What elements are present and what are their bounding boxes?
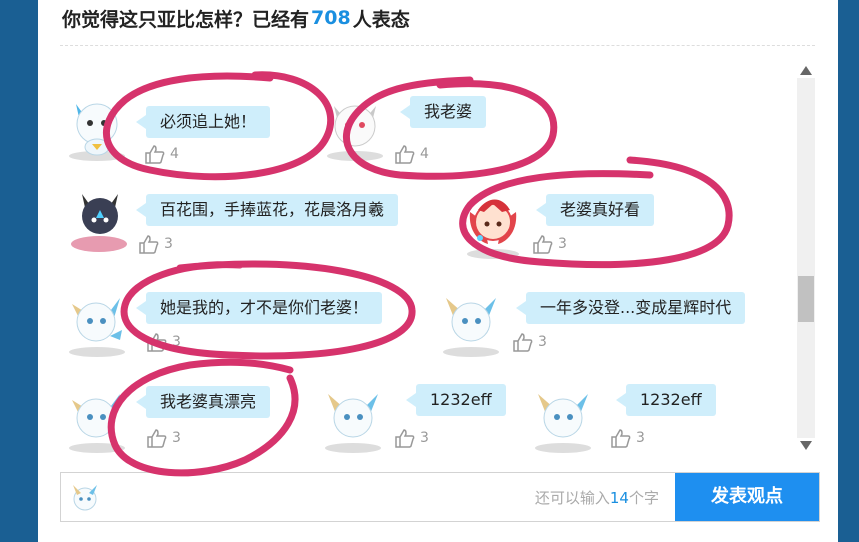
char-remaining: 还可以输入14个字	[535, 487, 659, 508]
scroll-track[interactable]	[797, 78, 815, 438]
pet-avatar-icon	[71, 194, 127, 252]
thumb-up-icon	[147, 429, 167, 448]
comment-list[interactable]: 必须追上她！ 4 我老婆 4 百花围，手捧蓝花，花晨洛月羲 3 老婆真好看 3 …	[58, 62, 798, 454]
comment-input-bar: 还可以输入14个字 发表观点	[60, 472, 820, 522]
comment-text: 1232eff	[406, 384, 506, 416]
like-button[interactable]: 3	[610, 428, 645, 448]
pet-avatar-icon	[327, 105, 383, 161]
like-button[interactable]: 4	[394, 144, 429, 164]
like-count: 3	[420, 430, 429, 446]
comment-text: 必须追上她！	[135, 106, 271, 138]
comment-item: 我老婆 4	[320, 92, 570, 172]
remain-prefix: 还可以输入	[534, 489, 610, 507]
page-title: 你觉得这只亚比怎样？已经有 708 人表态	[62, 4, 410, 32]
comment-text: 我老婆真漂亮	[135, 386, 271, 418]
comment-item: 她是我的，才不是你们老婆！ 3	[58, 284, 438, 364]
comment-item: 我老婆真漂亮 3	[58, 380, 318, 454]
scroll-thumb[interactable]	[798, 276, 814, 322]
comment-text: 百花围，手捧蓝花，花晨洛月羲	[135, 194, 399, 226]
like-button[interactable]: 3	[138, 234, 173, 254]
submit-button[interactable]: 发表观点	[675, 473, 819, 521]
like-count: 3	[538, 334, 547, 350]
pet-avatar-icon	[325, 394, 381, 453]
scroll-up-icon[interactable]	[800, 66, 812, 75]
thumb-up-icon	[147, 333, 167, 352]
scroll-down-icon[interactable]	[800, 441, 812, 450]
comment-text: 她是我的，才不是你们老婆！	[135, 292, 383, 324]
comment-input[interactable]	[109, 481, 533, 513]
pet-avatar-icon	[467, 199, 519, 259]
comment-item: 百花围，手捧蓝花，花晨洛月羲 3	[58, 186, 438, 266]
like-count: 4	[420, 146, 429, 162]
like-button[interactable]: 4	[144, 144, 179, 164]
thumb-up-icon	[533, 235, 553, 254]
pet-avatar-icon	[443, 298, 499, 357]
like-count: 4	[170, 146, 179, 162]
like-button[interactable]: 3	[146, 332, 181, 352]
like-count: 3	[164, 236, 173, 252]
comment-item: 一年多没登...变成星辉时代 3	[436, 284, 776, 364]
title-suffix: 人表态	[352, 8, 410, 31]
pet-avatar-icon	[69, 298, 125, 357]
comment-text: 1232eff	[616, 384, 716, 416]
comment-scrollbar[interactable]	[797, 62, 815, 454]
thumb-up-icon	[139, 235, 159, 254]
thumb-up-icon	[395, 429, 415, 448]
like-count: 3	[172, 430, 181, 446]
like-count: 3	[558, 236, 567, 252]
user-avatar	[73, 485, 97, 511]
thumb-up-icon	[611, 429, 631, 448]
comment-item: 老婆真好看 3	[458, 186, 738, 266]
like-button[interactable]: 3	[146, 428, 181, 448]
pet-avatar-icon	[69, 394, 125, 453]
header-divider	[60, 45, 815, 46]
comment-text: 一年多没登...变成星辉时代	[515, 292, 746, 324]
comment-item: 1232eff 3	[318, 380, 518, 454]
comment-text: 老婆真好看	[535, 194, 655, 226]
comment-item: 1232eff 3	[528, 380, 748, 454]
like-button[interactable]: 3	[394, 428, 429, 448]
like-button[interactable]: 3	[512, 332, 547, 352]
like-count: 3	[636, 430, 645, 446]
vote-count: 708	[311, 7, 351, 29]
thumb-up-icon	[513, 333, 533, 352]
like-count: 3	[172, 334, 181, 350]
thumb-up-icon	[395, 145, 415, 164]
like-button[interactable]: 3	[532, 234, 567, 254]
remain-suffix: 个字	[628, 489, 659, 507]
remain-count: 14	[609, 489, 629, 507]
comment-text: 我老婆	[399, 96, 487, 128]
pet-avatar-icon	[69, 103, 125, 161]
thumb-up-icon	[145, 145, 165, 164]
title-prefix: 你觉得这只亚比怎样？已经有	[62, 8, 310, 31]
pet-avatar-icon	[535, 394, 591, 453]
